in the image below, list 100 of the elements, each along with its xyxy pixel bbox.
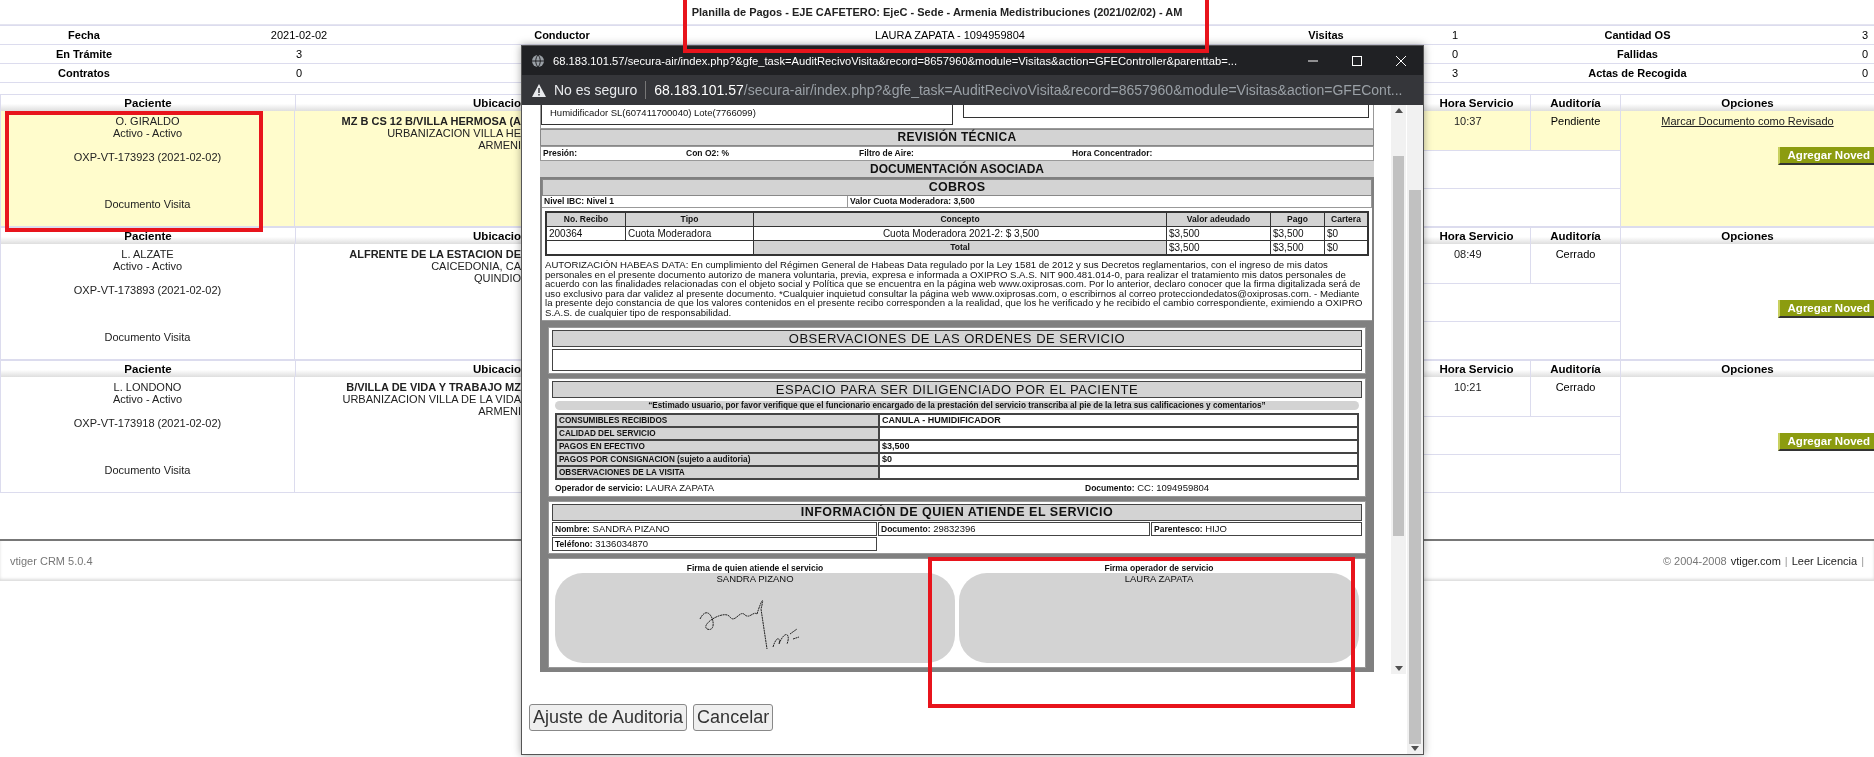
summary-label: Fecha (0, 25, 168, 44)
summary-value: LAURA ZAPATA - 1094959804 (694, 25, 1206, 44)
summary-value: 3 (1446, 63, 1540, 82)
table-cell: Cuota Moderadora (626, 227, 753, 240)
table-header: Cartera (1325, 213, 1367, 226)
summary-value: 0 (1735, 44, 1874, 63)
patient-status: Activo - Activo (112, 260, 183, 272)
address-line: MZ B CS 12 B/VILLA HERMOSA (A (341, 115, 521, 127)
report-title: Planilla de Pagos - EJE CAFETERO: EjeC - Sede - Armenia Medistribuciones (2021/02/02) - AM (691, 6, 1183, 18)
table-cell: $0 (1325, 227, 1367, 240)
address-url[interactable]: 68.183.101.57/secura-air/index.php?&gfe_task=AuditRecivoVisita&record=8657960&module=Visitas&action=GFECont... (654, 82, 1403, 98)
field-label: CALIDAD DEL SERVICIO (557, 427, 878, 439)
footer-link[interactable]: Leer Licencia (1791, 555, 1858, 567)
separator: | (1861, 555, 1864, 567)
summary-label: Conductor (430, 25, 694, 44)
window-title: 68.183.101.57/secura-air/index.php?&gfe_task=AuditRecivoVisita&record=8657960&module=Visitas&action=GFEController&parenttab=... (553, 54, 1237, 67)
field-value: $3,500 (880, 440, 1357, 452)
column-header: Auditoría (1530, 227, 1620, 244)
attendant-name: Nombre: SANDRA PIZANO (552, 521, 877, 536)
section-title: DOCUMENTACIÓN ASOCIADA (540, 161, 1374, 177)
summary-label: Visitas (1206, 25, 1446, 44)
summary-value: 0 (1446, 44, 1540, 63)
dialog-button[interactable]: Cancelar (693, 704, 774, 731)
summary-value: 3 (1735, 25, 1874, 44)
summary-label: Contratos (0, 63, 168, 82)
table-cell: $0 (1325, 241, 1367, 254)
summary-label: Fallidas (1540, 44, 1735, 63)
column-header: Auditoría (1530, 94, 1620, 111)
product-version: vtiger CRM 5.0.4 (10, 555, 93, 567)
field-label: Valor Cuota Moderadora: 3,500 (848, 196, 1372, 207)
address-line: ALFRENTE DE LA ESTACION DE (349, 248, 521, 260)
security-label: No es seguro (554, 82, 638, 98)
address-line: URBANIZACION VILLA DE LA VIDA (342, 393, 521, 405)
attendant-document: Documento: 29832396 (878, 521, 1150, 536)
patient-status: Activo - Activo (112, 127, 183, 139)
column-header: Opciones (1620, 360, 1874, 377)
order-number: OXP-VT-173923 (2021-02-02) (73, 151, 222, 163)
column-header: Paciente (0, 94, 295, 111)
separator: | (1784, 555, 1788, 567)
attendant-relation: Parentesco: HIJO (1151, 521, 1362, 536)
signature-label: Firma de quien atiende el servicio (686, 562, 824, 573)
field-value: CANULA - HUMIDIFICADOR (880, 414, 1357, 426)
summary-value: 3 (168, 44, 430, 63)
address-line: QUINDIO (473, 272, 521, 284)
signature-pad[interactable]: LAURA ZAPATA (959, 572, 1359, 663)
table-header: Pago (1271, 213, 1324, 226)
close-icon (1395, 54, 1407, 67)
patient-status: Activo - Activo (112, 393, 183, 405)
globe-icon (531, 53, 545, 68)
section-title: INFORMACIÓN DE QUIEN ATIENDE EL SERVICIO (552, 503, 1362, 521)
field-value: $0 (880, 453, 1357, 465)
field-label: Nivel IBC: Nivel 1 (542, 196, 848, 207)
column-header: Hora Servicio (1422, 360, 1530, 377)
document-label: Documento Visita (104, 464, 191, 476)
column-header: Paciente (0, 360, 295, 377)
summary-value: 0 (168, 63, 430, 82)
mark-reviewed-link[interactable]: Marcar Documento como Revisado (1661, 115, 1834, 127)
column-header: Hora Servicio (1422, 227, 1530, 244)
operator-document: Documento: CC: 1094959804 (1085, 481, 1211, 494)
scroll-down-icon[interactable] (1394, 666, 1403, 671)
field-label: Con O2: % (686, 148, 730, 159)
scrollbar[interactable] (1391, 105, 1406, 674)
observations-field[interactable] (552, 348, 1362, 371)
total-label: Total (754, 241, 1166, 254)
section-title: COBROS (542, 179, 1372, 196)
signature-pad[interactable]: SANDRA PIZANO (555, 572, 955, 663)
patient-name: L. LONDONO (113, 381, 182, 393)
section-title: REVISIÓN TÉCNICA (540, 129, 1374, 146)
address-line: ARMENI (478, 405, 521, 417)
field-label: Hora Concentrador: (1072, 148, 1154, 159)
table-header: No. Recibo (547, 213, 625, 226)
patient-name: O. GIRALDO (115, 115, 180, 127)
section-title: ESPACIO PARA SER DILIGENCIADO POR EL PACIENTE (552, 380, 1362, 398)
column-header: Opciones (1620, 227, 1874, 244)
scroll-down-icon[interactable] (1411, 746, 1419, 751)
maximize-icon (1351, 54, 1363, 67)
signer-name: SANDRA PIZANO (716, 572, 794, 585)
equipment-box: Humidificador SL(607411700040) Lote(7766099) (541, 105, 953, 125)
signature-label: Firma operador de servicio (1104, 562, 1214, 573)
consent-paragraph: AUTORIZACIÓN HABEAS DATA: En cumplimiento del Régimen General de Habeas Data regulado por la Ley 1581 de 2012 y sus Decretos reglamentarios, con el ingreso de mis datos personales en el presente documento autorizo de manera voluntaria, previa, expresa e informada a OXIPRO S.A.S. NIT 900.481.014-0, para realizar el tratamiento mis datos personales de acuerdo con las finalidades relacionadas con el objeto social y Política que se encuentra en la página web www.oxiprosas.com. Por lo anterior, declaro conocer que la firma digitalizada será de uso exclusivo para dar validez al presente documento. *Cualquier inquietud consultar la página web www.oxiprosas.com, o escribirnos al correo protecciondedatos@oxiprosas.com. - Mediante la presente dejo constancia de que los valores contenidos en el presente recibo corresponden a la realidad, que los he verificado y he recibido el cambio correspondiente, eximiendo a OXIPRO S.A.S. de cualquier tipo de responsabilidad. (542, 259, 1372, 321)
summary-value: 2021-02-02 (168, 25, 430, 44)
field-label: CONSUMIBLES RECIBIDOS (557, 414, 878, 426)
scroll-up-icon[interactable] (1394, 108, 1403, 113)
column-header: Ubicacio (295, 360, 521, 377)
note-text: “Estimado usuario, por favor verifique que el funcionario encargado de la prestación del servicio transcriba al pie de la letra sus calificaciones y comentarios” (555, 400, 1359, 410)
scrollbar[interactable] (1407, 105, 1423, 754)
address-line: URBANIZACION VILLA HE (387, 127, 521, 139)
document-label: Documento Visita (104, 198, 191, 210)
attendant-phone: Teléfono: 3136034870 (552, 536, 877, 551)
field-label: Presión: (543, 148, 578, 159)
column-header: Hora Servicio (1422, 94, 1530, 111)
field-label: PAGOS EN EFECTIVO (557, 440, 878, 452)
footer-link[interactable]: vtiger.com (1730, 555, 1781, 567)
summary-value: 1 (1446, 25, 1540, 44)
address-line: CAICEDONIA, CA (431, 260, 521, 272)
field-label: Filtro de Aire: (859, 148, 915, 159)
operator-text: Operador de servicio: LAURA ZAPATA (555, 481, 716, 494)
dialog-button[interactable]: Ajuste de Auditoria (529, 704, 688, 731)
signer-name: LAURA ZAPATA (1124, 572, 1194, 585)
patient-name: L. ALZATE (121, 248, 174, 260)
